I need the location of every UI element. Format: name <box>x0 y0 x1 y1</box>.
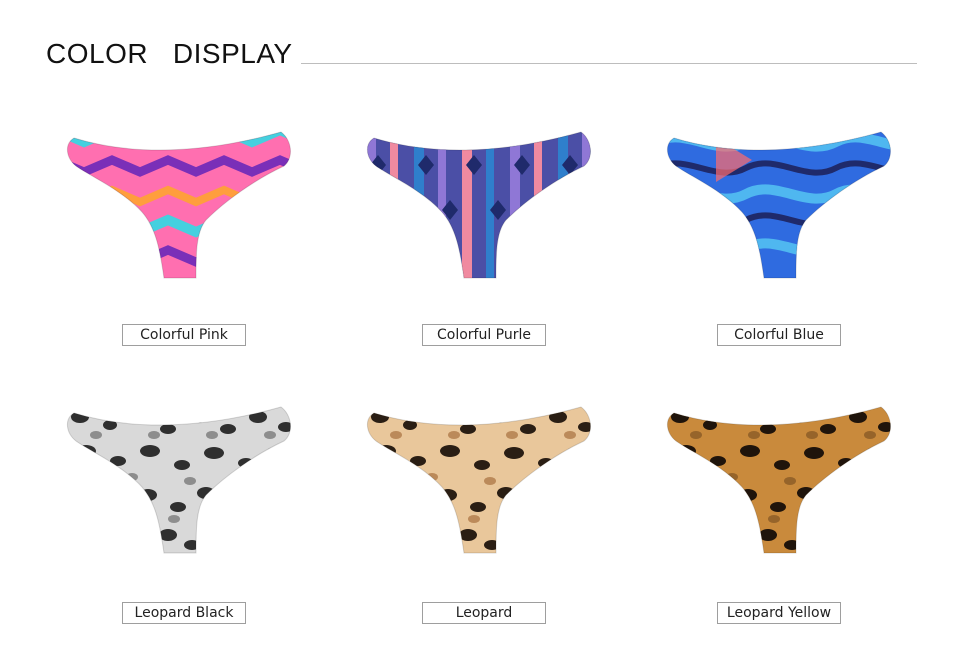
leopard-thong-image[interactable] <box>356 395 616 565</box>
product-card-colorful-purple[interactable]: Colorful Purle <box>356 120 616 380</box>
product-label: Colorful Purle <box>422 324 546 346</box>
product-card-colorful-pink[interactable]: Colorful Pink <box>56 120 316 380</box>
leopard-black-thong-image[interactable] <box>56 395 316 565</box>
product-label: Leopard Yellow <box>717 602 841 624</box>
product-label: Colorful Pink <box>122 324 246 346</box>
colorful-purple-thong-image[interactable] <box>356 120 616 290</box>
product-card-leopard-black[interactable]: Leopard Black <box>56 395 316 655</box>
product-card-leopard[interactable]: Leopard <box>356 395 616 655</box>
title-divider <box>301 63 917 64</box>
colorful-pink-thong-image[interactable] <box>56 120 316 290</box>
product-label: Colorful Blue <box>717 324 841 346</box>
colorful-blue-thong-image[interactable] <box>656 120 916 290</box>
product-card-colorful-blue[interactable]: Colorful Blue <box>656 120 916 380</box>
product-label: Leopard Black <box>122 602 246 624</box>
product-card-leopard-yellow[interactable]: Leopard Yellow <box>656 395 916 655</box>
page-title: COLOR DISPLAY <box>46 38 293 69</box>
product-label: Leopard <box>422 602 546 624</box>
leopard-yellow-thong-image[interactable] <box>656 395 916 565</box>
